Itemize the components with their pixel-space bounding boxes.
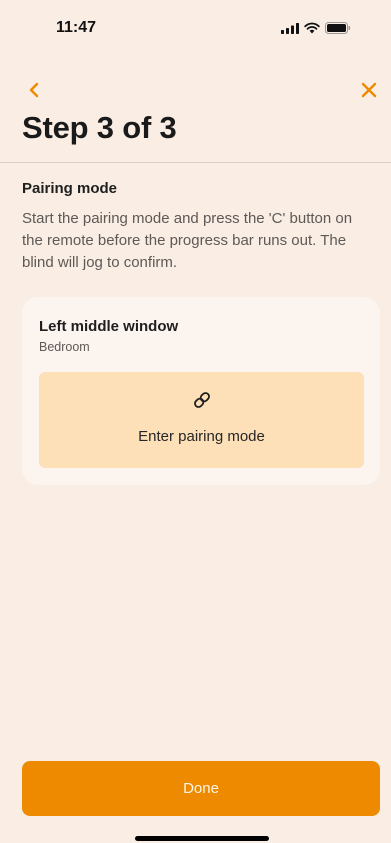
status-icons — [281, 22, 351, 34]
status-time: 11:47 — [56, 19, 97, 36]
battery-icon — [325, 22, 351, 34]
wifi-icon — [304, 22, 320, 34]
link-icon — [194, 392, 210, 408]
device-name: Left middle window — [39, 318, 179, 335]
cellular-signal-icon — [281, 22, 299, 34]
page-title: Step 3 of 3 — [22, 110, 177, 145]
section-description: Start the pairing mode and press the 'C'… — [22, 210, 353, 271]
divider — [0, 162, 391, 163]
pairing-button-label: Enter pairing mode — [138, 428, 265, 445]
enter-pairing-mode-button[interactable]: Enter pairing mode — [39, 372, 364, 468]
done-button[interactable]: Done — [22, 761, 380, 816]
home-indicator — [135, 836, 269, 841]
back-button[interactable] — [22, 78, 46, 102]
close-button[interactable] — [357, 78, 381, 102]
device-room: Bedroom — [39, 340, 90, 354]
status-bar: 11:47 — [0, 0, 391, 52]
section-title: Pairing mode — [22, 180, 118, 197]
nav-bar — [0, 78, 391, 106]
chevron-left-icon — [29, 82, 39, 98]
device-card: Left middle window Bedroom Enter pairing… — [22, 297, 380, 485]
done-button-label: Done — [183, 780, 219, 797]
close-icon — [361, 82, 377, 98]
